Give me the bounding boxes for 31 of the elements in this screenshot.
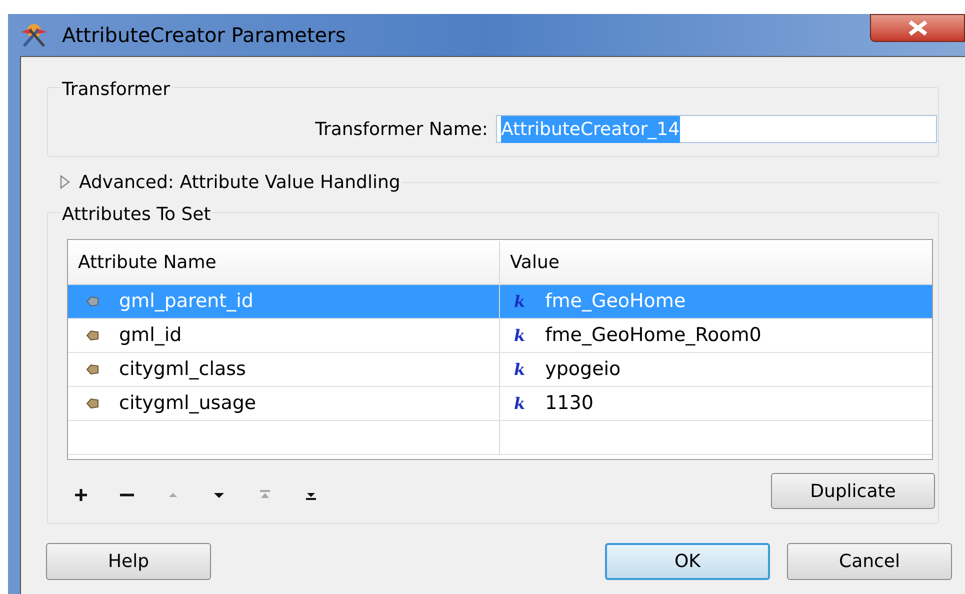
attribute-icon [86,330,99,341]
dialog-button[interactable]: Help [46,543,211,580]
attribute-name: citygml_class [119,357,246,382]
attribute-name: citygml_usage [119,391,256,416]
dialog-button[interactable]: Cancel [787,543,952,580]
attribute-value: fme_GeoHome_Room0 [545,323,762,348]
advanced-section-toggle[interactable]: Advanced: Attribute Value Handling [59,168,400,196]
table-row[interactable]: citygml_class k ypogeio [68,353,932,387]
attribute-value: ypogeio [545,357,621,382]
attribute-name: gml_parent_id [119,289,254,314]
constant-type-icon: k [514,324,526,348]
collapsed-arrow-icon [59,175,71,189]
constant-type-icon: k [514,392,526,416]
add-icon [74,488,88,502]
attribute-icon [86,364,99,375]
attribute-icon [86,296,99,307]
dialog-button[interactable]: OK [605,543,770,580]
attribute-icon [86,398,99,409]
window-title: AttributeCreator Parameters [62,22,346,49]
column-header[interactable]: Value [500,241,932,284]
column-header[interactable]: Attribute Name [68,241,500,284]
close-button[interactable] [870,14,965,42]
table-row[interactable]: gml_id k fme_GeoHome_Room0 [68,319,932,353]
attribute-name: gml_id [119,323,182,348]
field-label: Transformer Name: [315,118,488,142]
duplicate-button[interactable]: Duplicate [771,473,935,509]
constant-type-icon: k [514,290,526,314]
constant-type-icon: k [514,358,526,382]
attribute-value: 1130 [545,391,594,416]
attribute-value: fme_GeoHome [545,289,686,314]
table-row[interactable]: citygml_usage k 1130 [68,387,932,421]
